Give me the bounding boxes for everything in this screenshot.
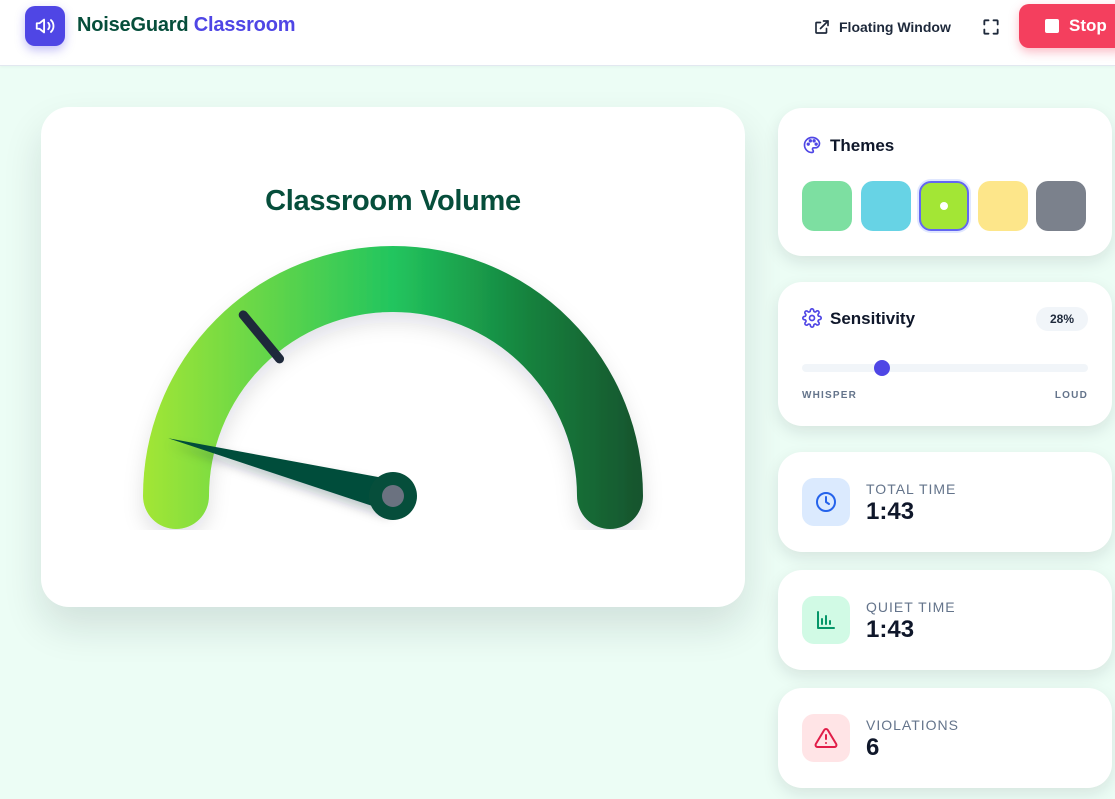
selected-theme-dot <box>940 202 948 210</box>
needle-hub-center <box>382 485 404 507</box>
theme-swatch-3[interactable] <box>919 181 969 231</box>
sensitivity-card: Sensitivity 28% WHISPER LOUD <box>778 282 1112 426</box>
speaker-logo-icon <box>25 6 65 46</box>
sensitivity-slider[interactable] <box>802 360 1088 376</box>
palette-icon <box>803 136 821 154</box>
theme-swatch-4[interactable] <box>977 181 1028 231</box>
quiet-time-value: 1:43 <box>866 616 915 643</box>
quiet-time-card: QUIET TIME 1:43 <box>778 570 1112 670</box>
total-time-card: TOTAL TIME 1:43 <box>778 452 1112 552</box>
brand-name: NoiseGuard <box>77 14 189 36</box>
clock-icon <box>802 478 850 526</box>
slider-max-label: LOUD <box>1054 390 1088 401</box>
external-link-icon <box>815 20 829 34</box>
stop-button[interactable]: Stop <box>1019 4 1115 48</box>
alert-triangle-icon <box>802 714 850 762</box>
total-time-value: 1:43 <box>866 498 915 525</box>
gear-icon <box>802 308 822 328</box>
floating-window-button[interactable]: Floating Window <box>813 12 951 42</box>
fullscreen-icon <box>983 19 999 35</box>
app-brand: NoiseGuard Classroom <box>77 14 296 37</box>
themes-card: Themes <box>778 108 1112 256</box>
fullscreen-button[interactable] <box>981 12 1001 42</box>
volume-gauge <box>143 246 643 529</box>
theme-swatch-1[interactable] <box>802 181 852 231</box>
theme-swatch-2[interactable] <box>860 181 911 231</box>
theme-swatch-5[interactable] <box>1036 181 1086 231</box>
sensitivity-slider-thumb[interactable] <box>874 360 891 376</box>
sensitivity-value-badge: 28% <box>1036 307 1088 331</box>
violations-label: VIOLATIONS <box>866 717 959 733</box>
sensitivity-title: Sensitivity <box>830 309 916 328</box>
total-time-label: TOTAL TIME <box>866 481 957 497</box>
quiet-time-label: QUIET TIME <box>866 599 956 615</box>
brand-suffix: Classroom <box>193 14 296 36</box>
violations-card: VIOLATIONS 6 <box>778 688 1112 788</box>
app-header: NoiseGuard Classroom Floating Window Sto… <box>0 0 1115 66</box>
slider-min-label: WHISPER <box>802 390 858 401</box>
stop-label: Stop <box>1069 16 1107 35</box>
floating-window-label: Floating Window <box>839 19 951 35</box>
bar-chart-icon <box>802 596 850 644</box>
violations-value: 6 <box>866 734 880 761</box>
volume-gauge-card: Classroom Volume <box>41 107 745 607</box>
stop-icon <box>1045 19 1059 33</box>
themes-title: Themes <box>830 136 895 155</box>
